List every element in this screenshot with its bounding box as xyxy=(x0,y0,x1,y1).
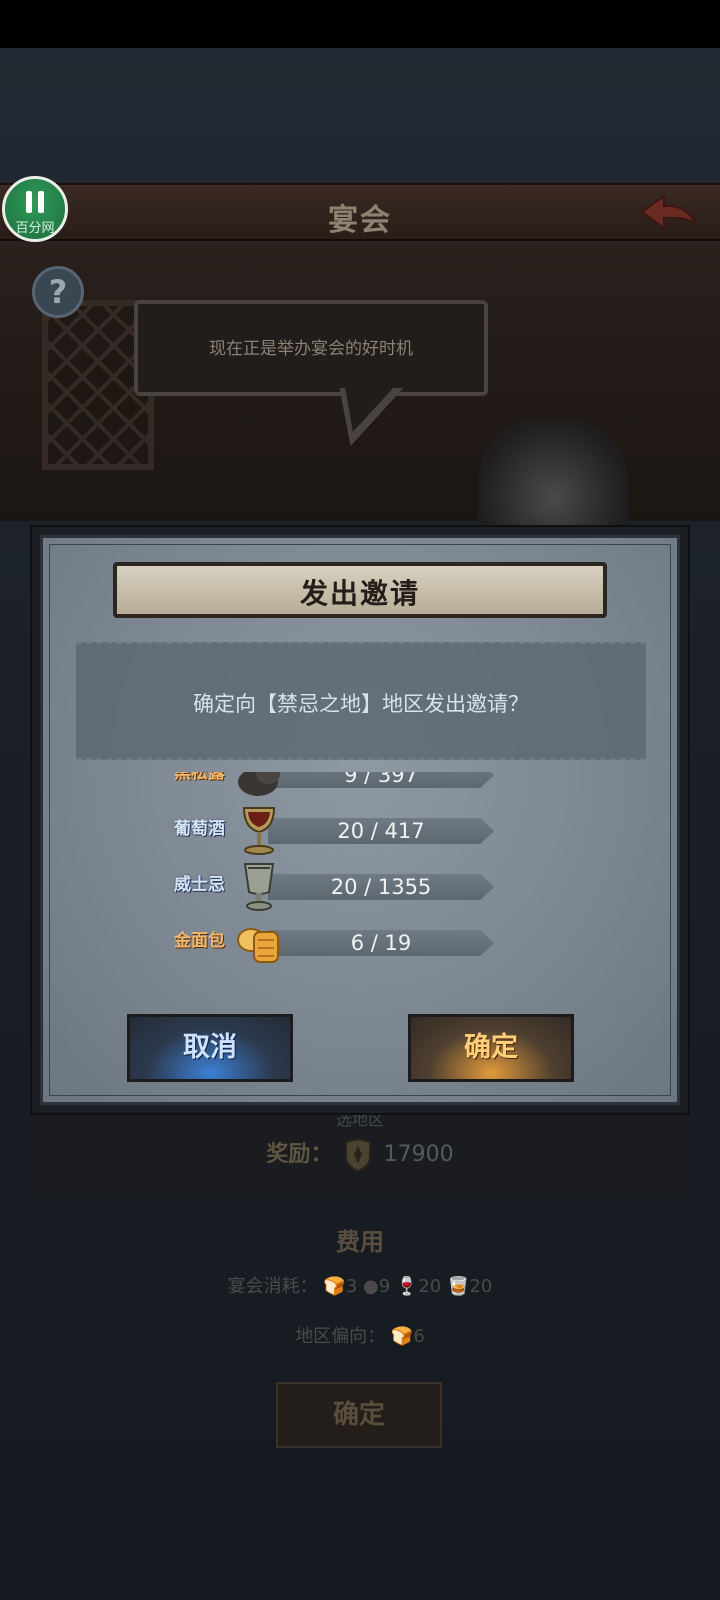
golden-bread-icon xyxy=(237,928,279,963)
feast-cost-value: 9 xyxy=(378,1276,391,1297)
cost-title: 费用 xyxy=(336,1228,384,1256)
npc-portrait xyxy=(478,420,628,530)
item-name: 黑松露 xyxy=(174,772,225,783)
pause-button[interactable]: 百分网 xyxy=(2,176,68,242)
watermark-text: 百分网 xyxy=(15,221,55,236)
confirm-button[interactable]: 确定 xyxy=(408,1014,574,1082)
item-name: 金面包 xyxy=(174,931,225,951)
cost-item-list[interactable]: 黑松露 9 / 397 葡萄酒 20 / 417 威士忌 20 / 1355 金… xyxy=(150,772,530,994)
pause-icon xyxy=(26,191,46,213)
item-quantity: 9 / 397 xyxy=(344,772,418,787)
cancel-button[interactable]: 取消 xyxy=(127,1014,293,1082)
item-quantity: 20 / 417 xyxy=(337,819,425,843)
dialog-message: 确定向【禁忌之地】地区发出邀请？ xyxy=(193,692,529,716)
feast-cost-value: 20 xyxy=(469,1276,493,1297)
reward-label: 奖励： xyxy=(266,1142,333,1167)
wine-goblet-icon: 🍷 xyxy=(395,1276,419,1297)
back-arrow-icon[interactable] xyxy=(638,190,700,236)
item-quantity: 6 / 19 xyxy=(350,931,412,955)
region-preference-row: 地区偏向： 🍞6 xyxy=(0,1322,720,1348)
feast-cost-row: 宴会消耗： 🍞3 ●9 🍷20 🥃20 xyxy=(0,1272,720,1298)
wine-goblet-icon xyxy=(242,807,276,855)
shield-icon xyxy=(345,1138,371,1172)
truffle-icon: ● xyxy=(363,1276,379,1297)
feast-cost-value: 20 xyxy=(418,1276,442,1297)
whiskey-cup-icon xyxy=(243,863,275,911)
cost-item: 葡萄酒 20 / 417 xyxy=(150,800,530,856)
reward-row: 奖励： 17900 xyxy=(0,1136,720,1172)
cost-item: 黑松露 9 / 397 xyxy=(150,772,530,800)
background-confirm-button: 确定 xyxy=(276,1382,442,1448)
region-pref-label: 地区偏向： xyxy=(295,1326,386,1347)
golden-bread-icon: 🍞 xyxy=(390,1326,414,1347)
feast-cost-value: 3 xyxy=(345,1276,358,1297)
bread-icon: 🍞 xyxy=(323,1276,346,1297)
whiskey-cup-icon: 🥃 xyxy=(446,1276,470,1297)
cost-item: 威士忌 20 / 1355 xyxy=(150,856,530,912)
item-name: 葡萄酒 xyxy=(174,819,225,839)
reward-value: 17900 xyxy=(383,1142,454,1167)
dialog-title: 发出邀请 xyxy=(299,577,420,610)
feast-cost-label: 宴会消耗： xyxy=(227,1276,318,1297)
item-name: 威士忌 xyxy=(174,875,225,895)
cost-item: 金面包 6 / 19 xyxy=(150,912,530,968)
region-pref-value: 6 xyxy=(413,1326,425,1347)
help-icon[interactable]: ? xyxy=(32,266,84,318)
truffle-icon xyxy=(238,772,280,796)
status-bar xyxy=(0,0,720,48)
item-quantity: 20 / 1355 xyxy=(330,875,432,899)
page-title: 宴会 xyxy=(328,203,392,238)
npc-speech-text: 现在正是举办宴会的好时机 xyxy=(209,339,413,359)
